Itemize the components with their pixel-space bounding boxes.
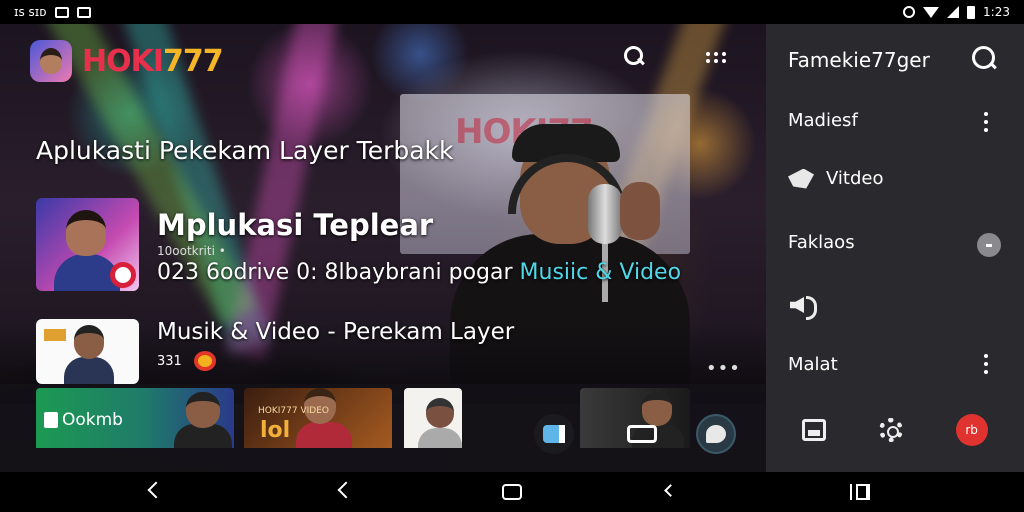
drawer-item-faklaos[interactable]: Faklaos — [788, 232, 855, 253]
drawer-item-malat[interactable]: Malat — [788, 354, 838, 375]
app-logo-icon[interactable] — [30, 40, 72, 82]
featured-description: 023 6odrive 0: 8lbaybrani pogar Musiic &… — [157, 260, 682, 285]
camera-icon[interactable] — [622, 414, 662, 454]
drawer-bottom-bar: rb — [766, 414, 1024, 446]
wifi-icon — [923, 6, 940, 18]
store-icon — [44, 412, 58, 428]
carousel-card[interactable]: HOKI777 VIDEO lol — [244, 388, 392, 448]
android-screen: ɪꜱ ꜱɪᴅ 1:23 HOKI77 HOKI777 — [0, 0, 1024, 512]
status-text: ɪꜱ ꜱɪᴅ — [14, 5, 47, 19]
top-actions — [624, 46, 726, 68]
app-bar: HOKI777 — [30, 40, 224, 82]
list-item-featured[interactable]: Mplukasi Teplear 10ootkriti • 023 6odriv… — [36, 198, 681, 291]
carousel-card[interactable]: Ookmb — [36, 388, 234, 448]
recents-icon[interactable] — [850, 484, 870, 500]
status-right: 1:23 — [903, 5, 1010, 19]
signal-icon — [947, 6, 960, 18]
card-label: Ookmb — [62, 410, 123, 430]
more-vert-icon[interactable] — [984, 112, 988, 132]
gallery-notification-icon — [54, 6, 69, 18]
drawer-item-video[interactable]: Vitdeo — [788, 168, 884, 189]
carousel-card[interactable] — [404, 388, 462, 448]
record-button[interactable]: rb — [955, 414, 988, 446]
status-bar: ɪꜱ ꜱɪᴅ 1:23 — [0, 0, 1024, 24]
more-horiz-icon[interactable]: ••• — [706, 358, 741, 379]
second-meta: 331 — [157, 353, 182, 369]
search-icon[interactable] — [972, 46, 995, 69]
back-icon[interactable] — [664, 484, 677, 497]
status-left: ɪꜱ ꜱɪᴅ — [14, 5, 91, 19]
back-icon[interactable] — [147, 481, 165, 499]
record-icon — [110, 262, 136, 288]
navigation-bar — [0, 472, 1024, 512]
side-drawer: Famekie77ger Madiesf Vitdeo Faklaos Mala… — [766, 24, 1024, 472]
drawer-header: Famekie77ger — [788, 48, 930, 72]
media-notification-icon — [76, 6, 91, 18]
toggle-icon[interactable] — [977, 233, 1001, 257]
back-icon[interactable] — [337, 481, 355, 499]
status-time: 1:23 — [983, 5, 1010, 19]
settings-icon[interactable] — [878, 418, 903, 442]
search-icon[interactable] — [624, 46, 646, 68]
list-item-second[interactable]: Musik & Video - Perekam Layer 331 — [36, 319, 514, 384]
grid-icon[interactable] — [706, 51, 726, 63]
card-big-text: lol — [260, 418, 291, 443]
gallery-icon[interactable] — [802, 419, 827, 441]
drawer-item-media[interactable]: Madiesf — [788, 110, 858, 131]
second-title: Musik & Video - Perekam Layer — [157, 319, 515, 345]
featured-subtitle: 10ootkriti • — [157, 244, 226, 258]
battery-icon — [967, 5, 976, 19]
second-thumbnail[interactable] — [36, 319, 139, 384]
hero-headline: Aplukasti Pekekam Layer Terbakk — [36, 136, 454, 165]
badge-icon — [193, 351, 216, 371]
chat-icon[interactable] — [696, 414, 736, 454]
speaker-icon[interactable] — [790, 294, 817, 320]
home-icon[interactable] — [502, 484, 522, 500]
shield-icon — [903, 6, 916, 18]
featured-thumbnail[interactable] — [36, 198, 139, 291]
featured-title: Mplukasi Teplear — [157, 208, 434, 242]
screen-record-icon[interactable] — [534, 414, 574, 454]
play-icon — [788, 168, 814, 189]
card-tag: HOKI777 VIDEO — [258, 406, 329, 416]
app-brand: HOKI777 — [82, 43, 224, 79]
more-vert-icon[interactable] — [984, 354, 988, 374]
